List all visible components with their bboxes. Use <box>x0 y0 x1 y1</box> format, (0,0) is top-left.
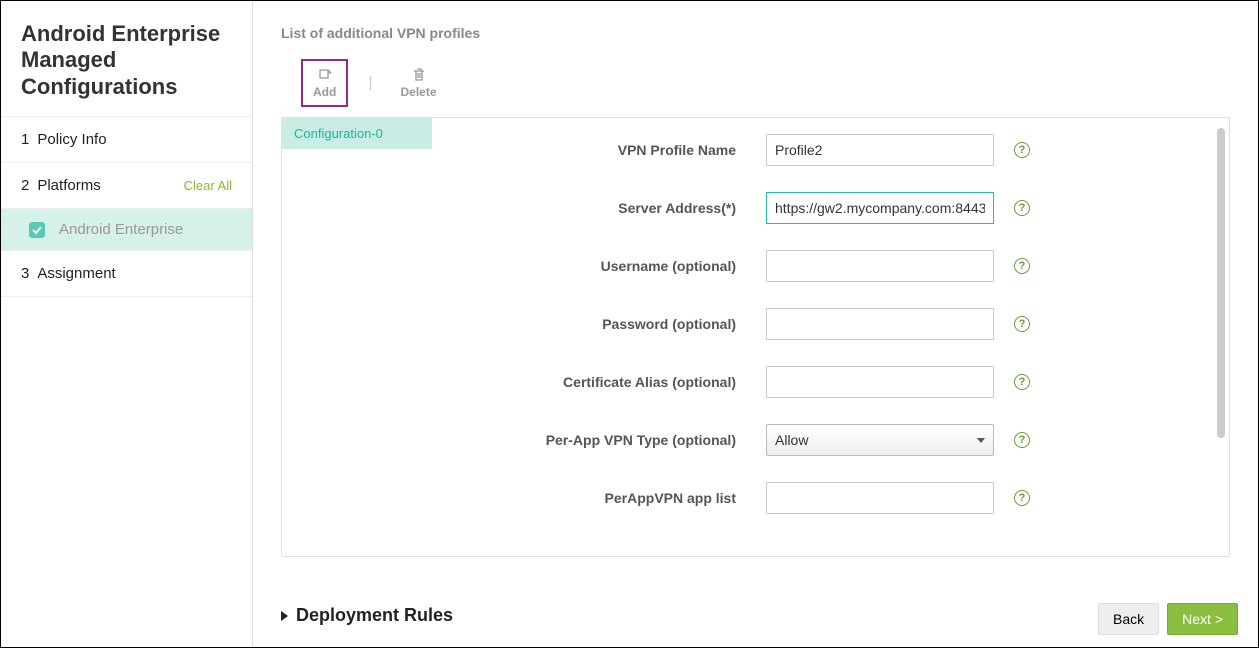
select-value: Allow <box>775 432 808 448</box>
input-per-app-list[interactable] <box>766 482 994 514</box>
step-label: Platforms <box>37 177 100 194</box>
add-button[interactable]: Add <box>305 63 344 103</box>
config-item[interactable]: Configuration-0 <box>282 118 432 149</box>
input-vpn-profile-name[interactable] <box>766 134 994 166</box>
config-form: VPN Profile Name ? Server Address(*) ? U… <box>432 118 1229 556</box>
step-num: 1 <box>21 131 29 148</box>
trash-icon <box>411 67 427 83</box>
config-list: Configuration-0 <box>282 118 432 556</box>
footer: Back Next > <box>1098 603 1238 635</box>
help-icon[interactable]: ? <box>1014 258 1030 274</box>
sidebar: Android Enterprise Managed Configuration… <box>1 1 253 647</box>
config-panel: Configuration-0 VPN Profile Name ? Serve… <box>281 117 1230 557</box>
delete-label: Delete <box>400 85 436 99</box>
add-icon <box>317 67 333 83</box>
main-content: List of additional VPN profiles Add | De… <box>253 1 1258 647</box>
checkbox-checked-icon <box>29 222 45 238</box>
caret-down-icon <box>977 438 985 443</box>
help-icon[interactable]: ? <box>1014 142 1030 158</box>
label-vpn-profile-name: VPN Profile Name <box>456 142 766 158</box>
step-assignment[interactable]: 3 Assignment <box>1 251 252 297</box>
caret-right-icon <box>281 611 288 621</box>
step-label: Assignment <box>37 265 115 282</box>
label-per-app-type: Per-App VPN Type (optional) <box>456 432 766 448</box>
substep-label: Android Enterprise <box>59 221 183 238</box>
page-title: Android Enterprise Managed Configuration… <box>1 1 252 117</box>
clear-all-link[interactable]: Clear All <box>184 178 232 193</box>
row-server-address: Server Address(*) ? <box>456 192 1205 224</box>
highlight-box: Add <box>301 59 348 107</box>
scrollbar[interactable] <box>1217 128 1225 438</box>
label-username: Username (optional) <box>456 258 766 274</box>
help-icon[interactable]: ? <box>1014 200 1030 216</box>
delete-button[interactable]: Delete <box>392 63 444 103</box>
toolbar: Add | Delete <box>281 55 1230 117</box>
row-vpn-profile-name: VPN Profile Name ? <box>456 134 1205 166</box>
input-cert-alias[interactable] <box>766 366 994 398</box>
row-cert-alias: Certificate Alias (optional) ? <box>456 366 1205 398</box>
deployment-rules-toggle[interactable]: Deployment Rules <box>281 605 1230 626</box>
next-button[interactable]: Next > <box>1167 603 1238 635</box>
toolbar-separator: | <box>354 74 386 92</box>
help-icon[interactable]: ? <box>1014 490 1030 506</box>
row-username: Username (optional) ? <box>456 250 1205 282</box>
substep-android-enterprise[interactable]: Android Enterprise <box>1 209 252 251</box>
section-label: List of additional VPN profiles <box>281 25 1230 41</box>
label-cert-alias: Certificate Alias (optional) <box>456 374 766 390</box>
label-server-address: Server Address(*) <box>456 200 766 216</box>
step-num: 2 <box>21 177 29 194</box>
label-password: Password (optional) <box>456 316 766 332</box>
input-server-address[interactable] <box>766 192 994 224</box>
deployment-label: Deployment Rules <box>296 605 453 626</box>
step-label: Policy Info <box>37 131 106 148</box>
input-password[interactable] <box>766 308 994 340</box>
step-num: 3 <box>21 265 29 282</box>
label-per-app-list: PerAppVPN app list <box>456 490 766 506</box>
input-username[interactable] <box>766 250 994 282</box>
help-icon[interactable]: ? <box>1014 432 1030 448</box>
row-password: Password (optional) ? <box>456 308 1205 340</box>
step-policy-info[interactable]: 1 Policy Info <box>1 117 252 163</box>
help-icon[interactable]: ? <box>1014 316 1030 332</box>
row-per-app-type: Per-App VPN Type (optional) Allow ? <box>456 424 1205 456</box>
back-button[interactable]: Back <box>1098 603 1159 635</box>
row-per-app-list: PerAppVPN app list ? <box>456 482 1205 514</box>
step-platforms[interactable]: 2 Platforms Clear All <box>1 163 252 209</box>
help-icon[interactable]: ? <box>1014 374 1030 390</box>
select-per-app-type[interactable]: Allow <box>766 424 994 456</box>
add-label: Add <box>313 85 336 99</box>
